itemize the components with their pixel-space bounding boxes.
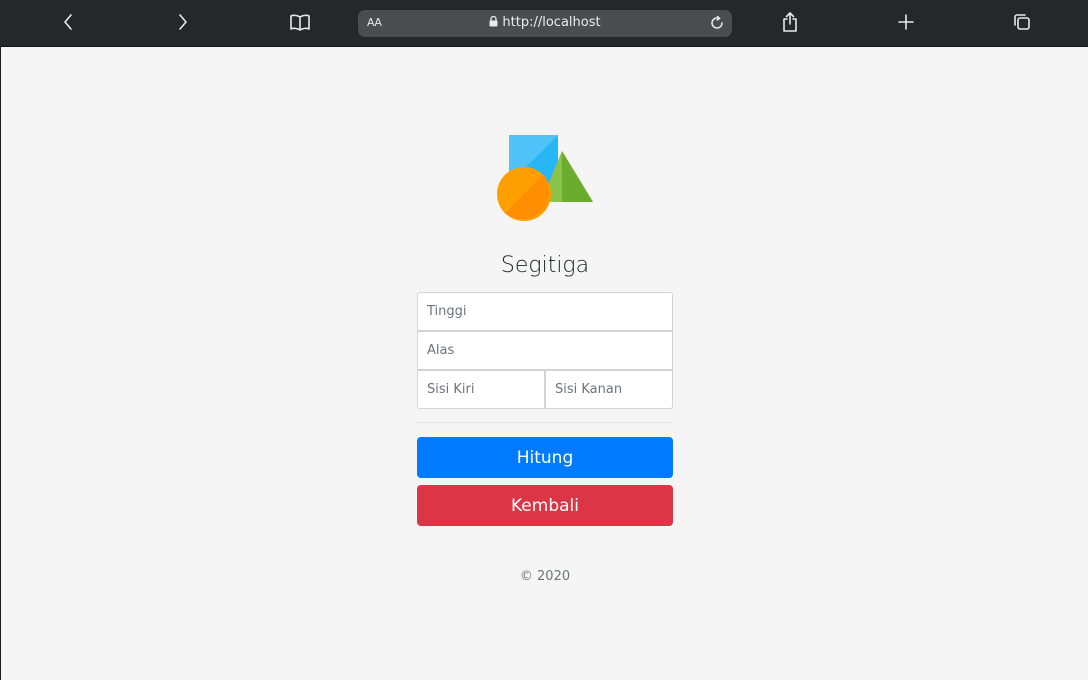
address-url: http://localhost bbox=[358, 15, 732, 31]
kembali-button[interactable]: Kembali bbox=[417, 485, 673, 526]
sisi-kiri-input[interactable] bbox=[417, 370, 545, 409]
share-icon bbox=[781, 11, 799, 37]
forward-icon bbox=[175, 12, 191, 36]
tabs-button[interactable] bbox=[1006, 8, 1038, 40]
back-icon bbox=[60, 12, 76, 36]
back-button[interactable] bbox=[52, 8, 84, 40]
address-bar[interactable]: AA http://localhost bbox=[358, 10, 732, 37]
reload-icon[interactable] bbox=[708, 14, 726, 32]
bookmarks-button[interactable] bbox=[284, 8, 316, 40]
form-divider bbox=[417, 422, 673, 423]
bookmarks-icon bbox=[289, 13, 311, 35]
page-title: Segitiga bbox=[500, 253, 590, 278]
share-button[interactable] bbox=[774, 8, 806, 40]
footer-copyright: © 2020 bbox=[519, 569, 571, 584]
browser-toolbar: AA http://localhost bbox=[0, 0, 1088, 47]
new-tab-icon bbox=[897, 13, 915, 35]
shapes-logo-icon bbox=[496, 135, 594, 223]
forward-button[interactable] bbox=[167, 8, 199, 40]
tabs-icon bbox=[1012, 12, 1032, 36]
sisi-kanan-input[interactable] bbox=[545, 370, 673, 409]
lock-icon bbox=[489, 15, 498, 31]
hitung-button[interactable]: Hitung bbox=[417, 437, 673, 478]
url-text: http://localhost bbox=[502, 15, 601, 30]
new-tab-button[interactable] bbox=[890, 8, 922, 40]
alas-input[interactable] bbox=[417, 331, 673, 370]
tinggi-input[interactable] bbox=[417, 292, 673, 331]
